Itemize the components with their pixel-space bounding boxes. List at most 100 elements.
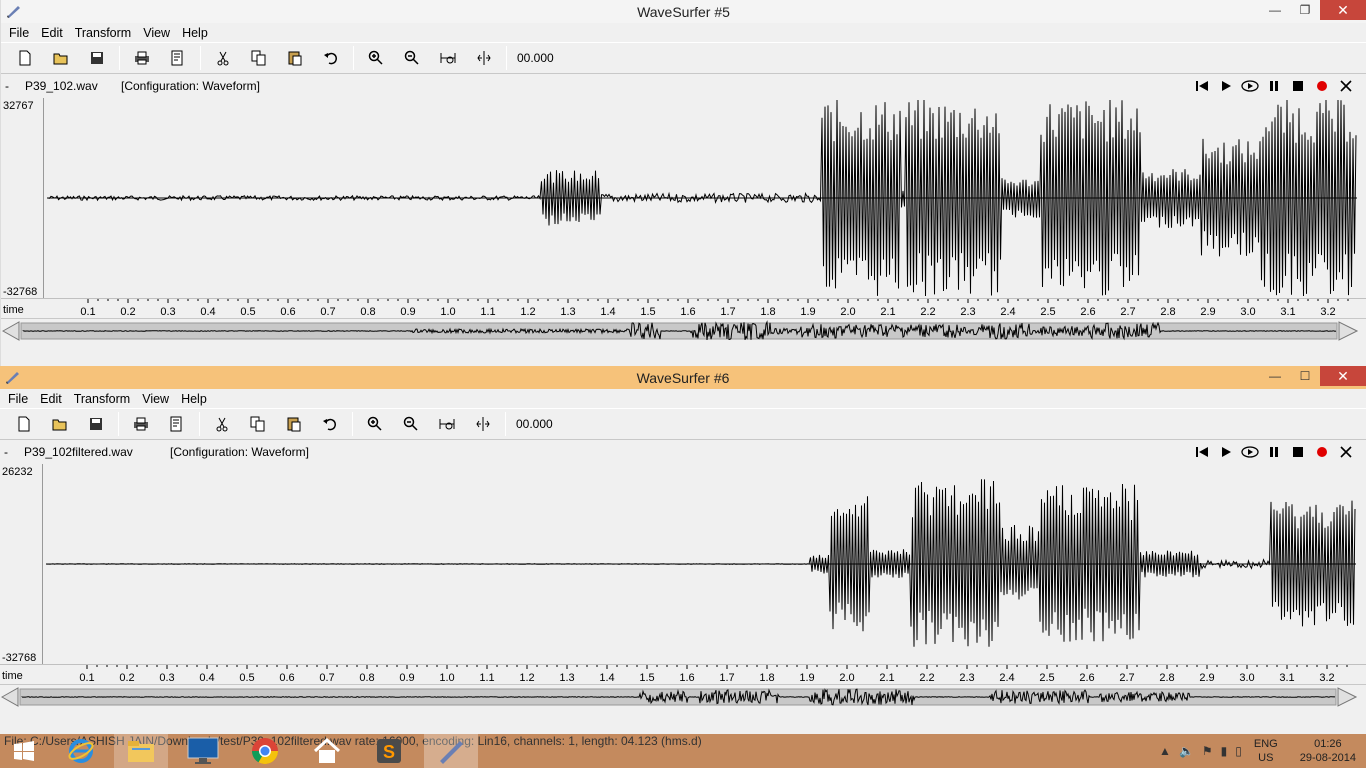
stop-icon [1293, 447, 1303, 457]
battery-icon[interactable]: ▮ [1221, 744, 1228, 758]
close-sound-button[interactable] [1334, 443, 1358, 461]
taskbar-wavesurfer[interactable] [424, 734, 478, 768]
menu-view[interactable]: View [137, 26, 176, 40]
taskbar-chrome[interactable] [238, 734, 292, 768]
chrome-icon [251, 738, 279, 765]
zoom-in-button[interactable] [364, 46, 388, 70]
cut-button[interactable] [211, 46, 235, 70]
collapse-dash[interactable]: - [4, 445, 8, 459]
wavesurfer-window-6: WaveSurfer #6 — ☐ ✕ File Edit Transform … [0, 366, 1366, 734]
zoom-selection-button[interactable] [471, 412, 495, 436]
stop-button[interactable] [1286, 77, 1310, 95]
copy-button[interactable] [246, 412, 270, 436]
undo-button[interactable] [319, 46, 343, 70]
waveform-plot[interactable] [1, 98, 1366, 298]
cut-button[interactable] [210, 412, 234, 436]
action-center-icon[interactable]: ⚑ [1202, 744, 1213, 758]
close-window-button[interactable]: ✕ [1320, 0, 1366, 20]
record-button[interactable] [1310, 443, 1334, 461]
taskbar-sublime[interactable]: S [362, 734, 416, 768]
time-tick-label: 0.7 [319, 672, 334, 684]
print-button[interactable] [130, 46, 154, 70]
zoom-all-icon [439, 419, 455, 430]
open-file-button[interactable] [49, 46, 73, 70]
play-button[interactable] [1214, 77, 1238, 95]
menu-transform[interactable]: Transform [68, 392, 137, 406]
maximize-button[interactable]: ☐ [1290, 366, 1320, 386]
paste-icon [287, 417, 301, 432]
time-tick-label: 2.5 [1040, 306, 1055, 318]
time-tick-label: 0.8 [359, 672, 374, 684]
clock[interactable]: 01:26 29-08-2014 [1300, 737, 1356, 765]
menu-file[interactable]: File [2, 392, 34, 406]
play-button[interactable] [1214, 443, 1238, 461]
undo-button[interactable] [318, 412, 342, 436]
new-file-button[interactable] [13, 46, 37, 70]
menu-transform[interactable]: Transform [69, 26, 138, 40]
transport-controls [1190, 443, 1358, 461]
time-tick-label: 2.1 [880, 306, 895, 318]
zoom-in-button[interactable] [363, 412, 387, 436]
zoom-all-button[interactable] [436, 46, 460, 70]
title-bar[interactable]: WaveSurfer #6 — ☐ ✕ [0, 366, 1366, 389]
play-icon [1222, 447, 1231, 457]
menu-help[interactable]: Help [176, 26, 214, 40]
menu-help[interactable]: Help [175, 392, 213, 406]
minimize-button[interactable]: — [1260, 0, 1290, 20]
minimize-button[interactable]: — [1260, 366, 1290, 386]
open-file-button[interactable] [48, 412, 72, 436]
show-hidden-icons[interactable]: ▲ [1159, 744, 1171, 758]
save-icon [91, 52, 103, 64]
record-icon [1317, 447, 1327, 457]
zoom-in-icon [368, 50, 383, 65]
time-tick-label: 1.8 [760, 306, 775, 318]
taskbar-lenovo[interactable] [176, 734, 230, 768]
overview-waveform[interactable] [0, 685, 1366, 709]
close-window-button[interactable]: ✕ [1320, 366, 1366, 386]
waveform-pane[interactable]: 26232 -32768 [0, 464, 1366, 664]
menu-view[interactable]: View [136, 392, 175, 406]
restore-button[interactable]: ❐ [1290, 0, 1320, 20]
time-tick-label: 2.7 [1120, 306, 1135, 318]
properties-button[interactable] [166, 46, 190, 70]
save-button[interactable] [85, 46, 109, 70]
zoom-out-button[interactable] [399, 412, 423, 436]
waveform-plot[interactable] [0, 464, 1366, 664]
play-loop-button[interactable] [1238, 77, 1262, 95]
start-button[interactable] [0, 734, 48, 768]
network-icon[interactable]: ▯ [1235, 744, 1242, 758]
skip-start-button[interactable] [1190, 77, 1214, 95]
paste-button[interactable] [283, 46, 307, 70]
save-button[interactable] [84, 412, 108, 436]
language-indicator[interactable]: ENG US [1254, 737, 1278, 765]
copy-button[interactable] [247, 46, 271, 70]
volume-icon[interactable]: 🔈 [1179, 744, 1194, 758]
properties-button[interactable] [165, 412, 189, 436]
taskbar-internet-explorer[interactable] [54, 734, 108, 768]
close-sound-button[interactable] [1334, 77, 1358, 95]
menu-edit[interactable]: Edit [35, 26, 69, 40]
print-button[interactable] [129, 412, 153, 436]
collapse-dash[interactable]: - [5, 79, 9, 93]
new-file-button[interactable] [12, 412, 36, 436]
zoom-out-icon [403, 416, 418, 431]
skip-start-button[interactable] [1190, 443, 1214, 461]
zoom-selection-button[interactable] [472, 46, 496, 70]
taskbar-file-explorer[interactable] [114, 734, 168, 768]
title-bar[interactable]: WaveSurfer #5 — ❐ ✕ [1, 0, 1366, 23]
paste-button[interactable] [282, 412, 306, 436]
pause-button[interactable] [1262, 443, 1286, 461]
record-button[interactable] [1310, 77, 1334, 95]
zoom-out-button[interactable] [400, 46, 424, 70]
overview-scrollbar[interactable] [0, 684, 1366, 709]
stop-button[interactable] [1286, 443, 1310, 461]
pause-button[interactable] [1262, 77, 1286, 95]
overview-scrollbar[interactable] [1, 318, 1366, 343]
overview-waveform[interactable] [1, 319, 1366, 343]
taskbar-home[interactable] [300, 734, 354, 768]
zoom-all-button[interactable] [435, 412, 459, 436]
menu-file[interactable]: File [3, 26, 35, 40]
play-loop-button[interactable] [1238, 443, 1262, 461]
menu-edit[interactable]: Edit [34, 392, 68, 406]
waveform-pane[interactable]: 32767 -32768 [1, 98, 1366, 298]
